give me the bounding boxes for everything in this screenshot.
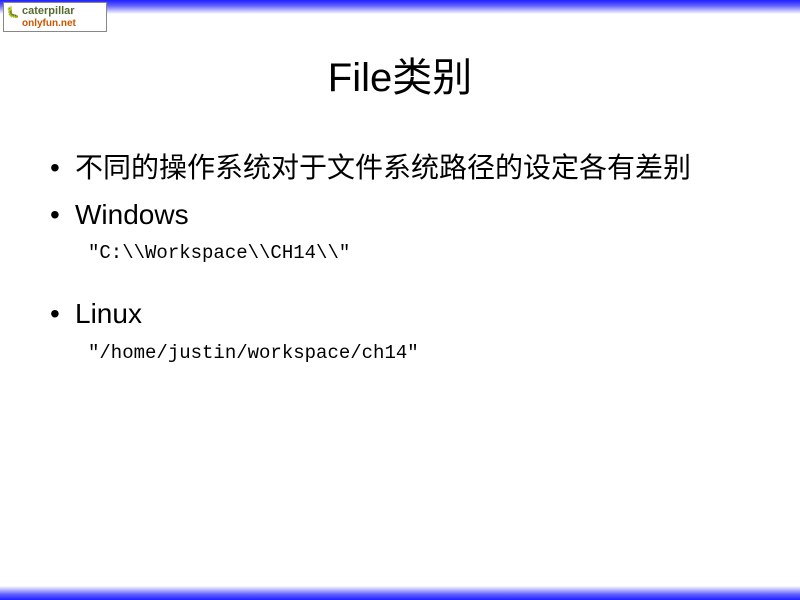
logo-text-1: caterpillar [22,5,106,17]
bullet-list-2: Linux [50,294,750,333]
slide-title: File类别 [50,45,750,103]
logo-badge: caterpillar onlyfun.net [3,2,107,32]
bottom-gradient-bar [0,586,800,600]
bullet-intro: 不同的操作系统对于文件系统路径的设定各有差别 [75,148,750,187]
slide-content: File类别 不同的操作系统对于文件系统路径的设定各有差别 Windows "C… [0,0,800,364]
windows-code: "C:\\Workspace\\CH14\\" [50,242,750,264]
bullet-windows: Windows [75,195,750,234]
bullet-linux: Linux [75,294,750,333]
top-gradient-bar [0,0,800,14]
logo-text-2: onlyfun.net [22,18,106,29]
bullet-list: 不同的操作系统对于文件系统路径的设定各有差别 Windows [50,148,750,234]
linux-code: "/home/justin/workspace/ch14" [50,342,750,364]
